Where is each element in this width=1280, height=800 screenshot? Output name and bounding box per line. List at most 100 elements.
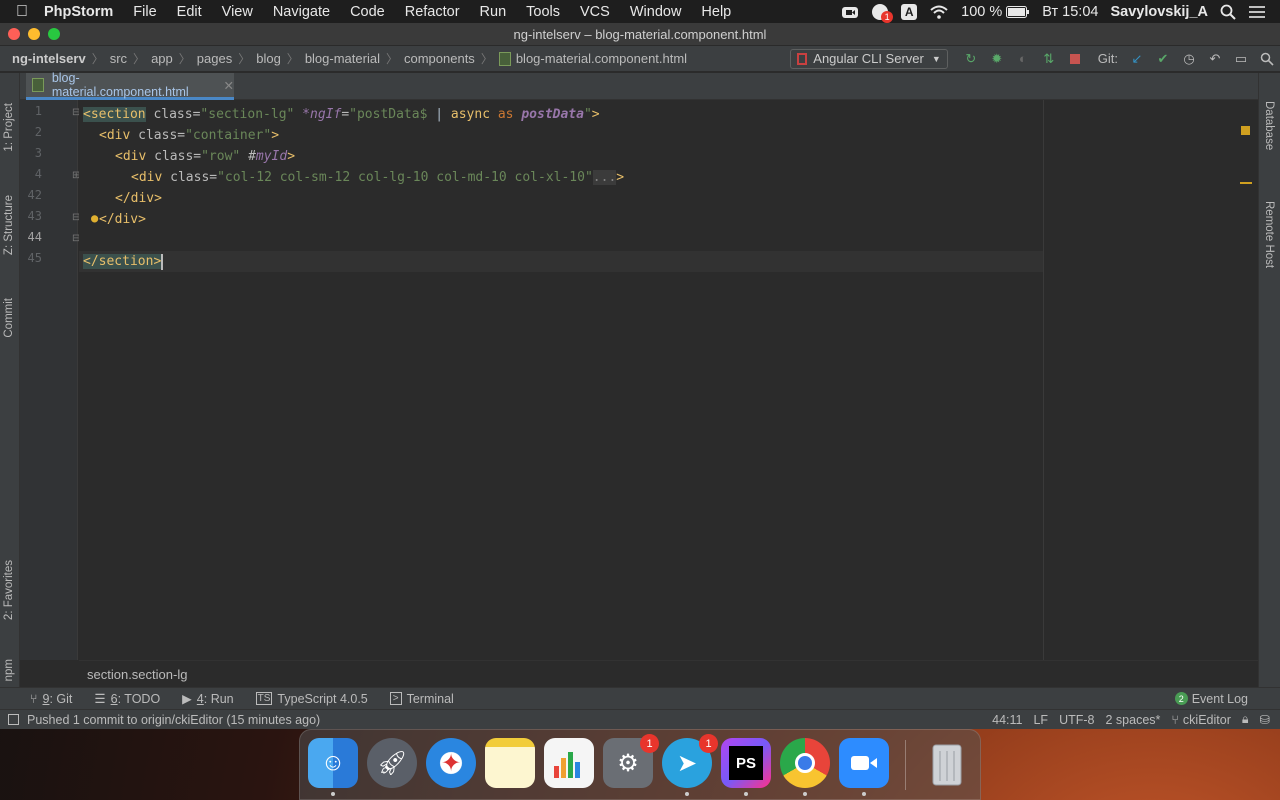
close-tab-icon[interactable]: ✕ xyxy=(224,78,234,93)
crumb-project[interactable]: ng-intelserv xyxy=(12,51,86,66)
list-icon: ☰ xyxy=(94,692,106,706)
clock[interactable]: Вт 15:04 xyxy=(1042,4,1098,20)
video-camera-icon[interactable] xyxy=(841,5,859,19)
notification-app-icon[interactable]: 1 xyxy=(871,3,894,23)
search-everywhere-icon[interactable] xyxy=(1254,48,1280,70)
telegram-icon[interactable]: ➤ 1 xyxy=(662,734,718,796)
notes-icon[interactable] xyxy=(485,738,535,788)
event-log-button[interactable]: 2 Event Log xyxy=(1174,692,1248,706)
menu-file[interactable]: File xyxy=(123,4,166,20)
crumb-pages[interactable]: pages xyxy=(197,51,232,66)
menu-vcs[interactable]: VCS xyxy=(570,4,620,20)
tool-project[interactable]: 1: Project xyxy=(3,103,15,152)
code-line-44: </section> xyxy=(83,253,164,270)
crumb-blog[interactable]: blog xyxy=(256,51,281,66)
menu-tools[interactable]: Tools xyxy=(516,4,570,20)
tool-database[interactable]: Database xyxy=(1263,101,1275,150)
tool-commit[interactable]: Commit xyxy=(3,298,15,338)
numbers-icon[interactable] xyxy=(544,738,594,788)
battery-icon[interactable] xyxy=(1006,5,1030,18)
toggle-tool-windows-icon[interactable] xyxy=(8,714,19,725)
input-source-icon[interactable]: A xyxy=(901,3,918,20)
error-stripe-mark[interactable] xyxy=(1240,182,1252,184)
element-breadcrumb[interactable]: section.section-lg xyxy=(87,667,187,682)
menu-window[interactable]: Window xyxy=(620,4,692,20)
caret-position[interactable]: 44:11 xyxy=(992,713,1022,727)
crumb-components[interactable]: components xyxy=(404,51,475,66)
git-commit-icon[interactable]: ✔ xyxy=(1150,48,1176,70)
menu-edit[interactable]: Edit xyxy=(167,4,212,20)
intention-bulb-icon[interactable]: ● xyxy=(91,211,98,225)
chevron-right-icon: 〉 xyxy=(91,52,104,66)
lock-icon[interactable]: 🔒︎ xyxy=(1242,712,1249,727)
code-line-3: <div class="row" #myId> xyxy=(115,149,296,164)
wifi-icon[interactable] xyxy=(929,5,949,19)
memory-indicator-icon[interactable]: ⛁ xyxy=(1260,712,1270,727)
tool-todo[interactable]: ☰ 6: TODO xyxy=(94,691,160,707)
attach-debugger-icon[interactable]: ⇅ xyxy=(1036,48,1062,70)
tool-remote-host[interactable]: Remote Host xyxy=(1263,201,1275,268)
terminal-icon: > xyxy=(389,692,402,705)
line-separator[interactable]: LF xyxy=(1033,713,1048,727)
menu-view[interactable]: View xyxy=(212,4,263,20)
zoom-window-button[interactable] xyxy=(48,28,60,40)
phpstorm-icon[interactable]: PS xyxy=(721,738,771,796)
tool-favorites[interactable]: 2: Favorites xyxy=(3,560,15,620)
menu-help[interactable]: Help xyxy=(691,4,741,20)
safari-icon[interactable]: ✦ xyxy=(426,738,476,788)
run-configuration-select[interactable]: Angular CLI Server ▼ xyxy=(790,48,948,69)
status-message[interactable]: Pushed 1 commit to origin/ckiEditor (15 … xyxy=(27,713,320,727)
inspection-status-icon[interactable] xyxy=(1241,126,1250,135)
rerun-icon[interactable]: ↻ xyxy=(958,48,984,70)
crumb-file[interactable]: blog-material.component.html xyxy=(516,51,687,66)
tab-blog-material-component[interactable]: blog-material.component.html ✕ xyxy=(26,71,234,100)
window-titlebar[interactable]: ng-intelserv – blog-material.component.h… xyxy=(0,23,1280,46)
line-number: 1 xyxy=(34,104,42,118)
stop-icon[interactable] xyxy=(1062,48,1088,70)
code-line-4: <div class="col-12 col-sm-12 col-lg-10 c… xyxy=(131,170,625,185)
menu-navigate[interactable]: Navigate xyxy=(263,4,340,20)
menu-refactor[interactable]: Refactor xyxy=(395,4,470,20)
menu-code[interactable]: Code xyxy=(340,4,395,20)
git-update-icon[interactable]: ↙ xyxy=(1124,48,1150,70)
tool-run[interactable]: ▶ 4: Run xyxy=(182,691,233,707)
finder-icon[interactable]: ☺ xyxy=(308,738,358,796)
left-tool-stripe: 1: Project Z: Structure Commit 2: Favori… xyxy=(0,73,20,729)
apple-icon[interactable]:  xyxy=(0,3,44,21)
battery-percent[interactable]: 100 % xyxy=(961,4,1002,20)
crumb-blog-material[interactable]: blog-material xyxy=(305,51,380,66)
code-editor[interactable]: <section class="section-lg" *ngIf="postD… xyxy=(79,100,1258,660)
user-name[interactable]: Savylovskij_A xyxy=(1110,4,1208,20)
line-number: 3 xyxy=(34,146,42,160)
file-encoding[interactable]: UTF-8 xyxy=(1059,713,1094,727)
minimize-window-button[interactable] xyxy=(28,28,40,40)
breadcrumb: ng-intelserv 〉 src 〉 app 〉 pages 〉 blog 〉 blo… xyxy=(12,50,687,67)
line-number: 42 xyxy=(27,188,42,202)
dropdown-arrow-icon: ▼ xyxy=(931,53,941,64)
tool-git[interactable]: ⑂ 9: Git xyxy=(30,692,72,706)
tool-terminal[interactable]: > Terminal xyxy=(389,692,454,706)
git-rollback-icon[interactable]: ↶ xyxy=(1202,48,1228,70)
control-center-icon[interactable] xyxy=(1248,5,1266,19)
git-history-icon[interactable]: ◷ xyxy=(1176,48,1202,70)
git-branch[interactable]: ckiEditor xyxy=(1183,713,1231,727)
tool-typescript[interactable]: TS TypeScript 4.0.5 xyxy=(255,692,368,706)
tool-window-bar: ⑂ 9: Git ☰ 6: TODO ▶ 4: Run TS TypeScript 4.… xyxy=(0,687,1280,709)
close-window-button[interactable] xyxy=(8,28,20,40)
menu-run[interactable]: Run xyxy=(470,4,517,20)
spotlight-search-icon[interactable] xyxy=(1220,4,1236,20)
presentation-icon[interactable]: ▭ xyxy=(1228,48,1254,70)
crumb-src[interactable]: src xyxy=(110,51,127,66)
debug-icon[interactable]: ✹ xyxy=(984,48,1010,70)
indent-setting[interactable]: 2 spaces* xyxy=(1106,713,1161,727)
trash-icon[interactable] xyxy=(922,738,972,788)
coverage-icon[interactable]: ◐ xyxy=(1010,48,1036,70)
chrome-icon[interactable] xyxy=(780,738,830,796)
menu-app-name[interactable]: PhpStorm xyxy=(44,4,123,20)
tool-structure[interactable]: Z: Structure xyxy=(3,195,15,255)
tool-npm[interactable]: npm xyxy=(3,659,15,681)
system-preferences-icon[interactable]: ⚙ 1 xyxy=(603,734,659,788)
crumb-app[interactable]: app xyxy=(151,51,173,66)
launchpad-icon[interactable]: 🚀︎ xyxy=(367,738,417,788)
zoom-icon[interactable] xyxy=(839,738,889,796)
